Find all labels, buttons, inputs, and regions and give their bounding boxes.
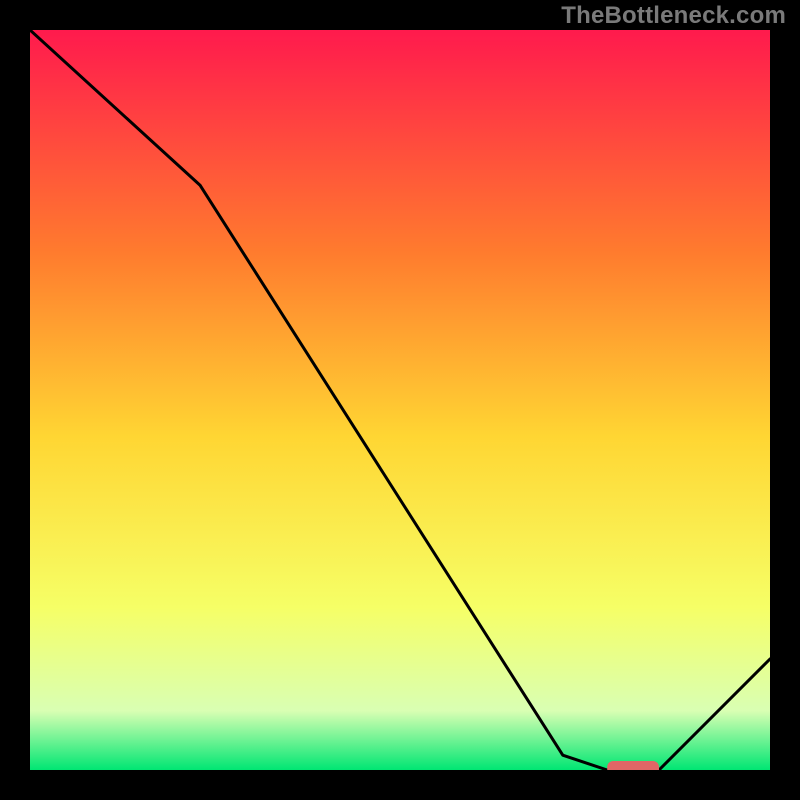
chart-frame: TheBottleneck.com	[0, 0, 800, 800]
chart-svg	[30, 30, 770, 770]
watermark-text: TheBottleneck.com	[561, 2, 786, 30]
optimal-range-marker	[607, 761, 659, 770]
gradient-background	[30, 30, 770, 770]
plot-area	[30, 30, 770, 770]
